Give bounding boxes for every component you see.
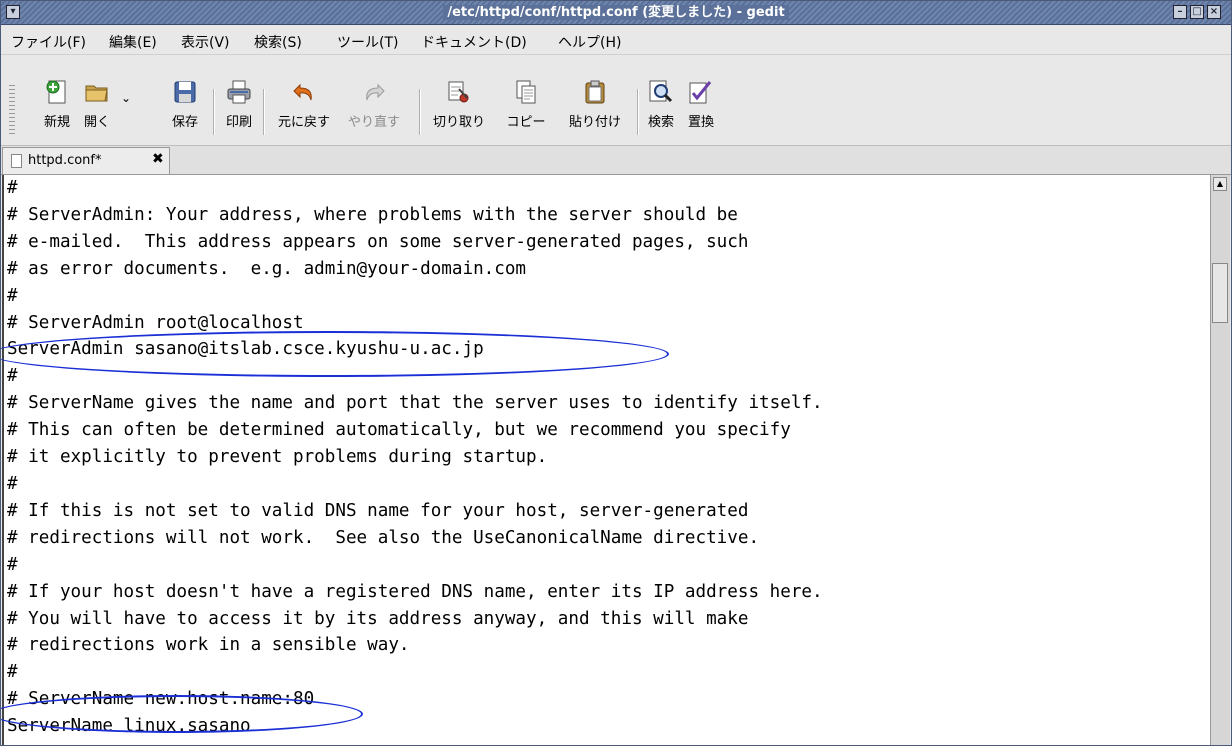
close-tab-icon[interactable]: ✖	[152, 151, 164, 167]
editor-content[interactable]: # # ServerAdmin: Your address, where prob…	[4, 175, 1212, 745]
replace-button[interactable]: 置換	[681, 79, 721, 139]
undo-icon	[293, 83, 312, 101]
text-editor[interactable]: # # ServerAdmin: Your address, where prob…	[2, 175, 1212, 745]
paste-label: 貼り付け	[568, 115, 621, 130]
replace-icon	[689, 81, 712, 104]
new-document-icon	[46, 80, 66, 104]
editor-line[interactable]: # This can often be determined automatic…	[7, 417, 1212, 444]
vertical-scrollbar[interactable]: ▲	[1210, 175, 1230, 745]
toolbar-grip[interactable]	[9, 85, 15, 135]
menu-view[interactable]: 表示(V)	[181, 32, 230, 52]
find-label: 検索	[647, 115, 674, 130]
toolbar-separator	[419, 89, 421, 135]
menu-search[interactable]: 検索(S)	[254, 32, 302, 52]
close-window-icon[interactable]: ×	[1207, 5, 1221, 19]
undo-button[interactable]: 元に戻す	[269, 79, 339, 139]
cut-button[interactable]: 切り取り	[425, 79, 493, 139]
find-button[interactable]: 検索	[641, 79, 681, 139]
save-label: 保存	[171, 115, 198, 130]
editor-line[interactable]: # ServerAdmin: Your address, where probl…	[7, 202, 1212, 229]
editor-line[interactable]: # redirections will not work. See also t…	[7, 525, 1212, 552]
menu-documents[interactable]: ドキュメント(D)	[421, 32, 527, 52]
open-button[interactable]: 開く	[77, 79, 117, 139]
toolbar-separator	[637, 89, 639, 135]
document-tabs: httpd.conf* ✖	[1, 146, 1231, 175]
editor-line[interactable]: # e-mailed. This address appears on some…	[7, 229, 1212, 256]
printer-icon	[227, 80, 251, 104]
scroll-up-icon[interactable]: ▲	[1213, 177, 1227, 191]
print-button[interactable]: 印刷	[219, 79, 259, 139]
tab-httpd-conf[interactable]: httpd.conf* ✖	[2, 147, 170, 174]
save-button[interactable]: 保存	[165, 79, 205, 139]
search-icon	[649, 80, 673, 103]
editor-line[interactable]: # ServerName new.host.name:80	[7, 686, 1212, 713]
replace-label: 置換	[687, 115, 714, 130]
editor-line[interactable]: # redirections work in a sensible way.	[7, 632, 1212, 659]
menu-file[interactable]: ファイル(F)	[11, 32, 86, 52]
copy-icon	[516, 80, 536, 104]
editor-line[interactable]: #	[7, 283, 1212, 310]
open-label: 開く	[83, 115, 110, 130]
menu-bar: ファイル(F) 編集(E) 表示(V) 検索(S) ツール(T) ドキュメント(…	[1, 25, 1231, 55]
new-button[interactable]: 新規	[37, 79, 77, 139]
editor-line[interactable]: #	[7, 175, 1212, 202]
gedit-window: ▾ /etc/httpd/conf/httpd.conf (変更しました) - …	[0, 0, 1232, 746]
redo-icon	[366, 83, 385, 101]
editor-line[interactable]: ServerName linux.sasano	[7, 713, 1212, 740]
editor-line[interactable]: # ServerName gives the name and port tha…	[7, 390, 1212, 417]
editor-line[interactable]: #	[7, 471, 1212, 498]
toolbar-separator	[213, 89, 215, 135]
editor-line[interactable]: # it explicitly to prevent problems duri…	[7, 444, 1212, 471]
chevron-down-icon: ⌄	[120, 91, 132, 105]
editor-line[interactable]: # If this is not set to valid DNS name f…	[7, 498, 1212, 525]
editor-line[interactable]: # If your host doesn't have a registered…	[7, 579, 1212, 606]
window-title: /etc/httpd/conf/httpd.conf (変更しました) - ge…	[443, 5, 789, 20]
redo-button[interactable]: やり直す	[342, 79, 406, 139]
tab-label: httpd.conf*	[28, 153, 102, 168]
paste-icon	[585, 80, 605, 104]
editor-line[interactable]: # as error documents. e.g. admin@your-do…	[7, 256, 1212, 283]
scrollbar-thumb[interactable]	[1212, 263, 1228, 323]
editor-line[interactable]: #	[7, 659, 1212, 686]
copy-label: コピー	[506, 115, 546, 130]
cut-icon	[448, 81, 469, 103]
new-label: 新規	[43, 115, 70, 130]
paste-button[interactable]: 貼り付け	[559, 79, 631, 139]
undo-label: 元に戻す	[277, 115, 330, 130]
print-label: 印刷	[225, 115, 252, 130]
copy-button[interactable]: コピー	[498, 79, 554, 139]
editor-line[interactable]: # ServerAdmin root@localhost	[7, 310, 1212, 337]
title-bar[interactable]: ▾ /etc/httpd/conf/httpd.conf (変更しました) - …	[1, 1, 1231, 25]
editor-line[interactable]: #	[7, 740, 1212, 745]
folder-icon	[85, 85, 108, 102]
menu-help[interactable]: ヘルプ(H)	[558, 32, 621, 52]
toolbar: 新規 開く ⌄ 保存 印刷 元に戻す やり直す 切り取り コピー 貼り付け 検索…	[1, 55, 1231, 146]
minimize-icon[interactable]: –	[1173, 5, 1187, 19]
editor-line[interactable]: ServerAdmin sasano@itslab.csce.kyushu-u.…	[7, 336, 1212, 363]
redo-label: やり直す	[347, 115, 400, 130]
editor-line[interactable]: #	[7, 363, 1212, 390]
toolbar-separator	[263, 89, 265, 135]
save-icon	[174, 81, 196, 103]
document-icon	[11, 154, 22, 168]
maximize-icon[interactable]: □	[1190, 5, 1204, 19]
cut-label: 切り取り	[432, 115, 485, 130]
editor-line[interactable]: # You will have to access it by its addr…	[7, 606, 1212, 633]
menu-tools[interactable]: ツール(T)	[337, 32, 398, 52]
menu-edit[interactable]: 編集(E)	[109, 32, 157, 52]
open-recent-dropdown[interactable]: ⌄	[118, 79, 134, 139]
editor-line[interactable]: #	[7, 552, 1212, 579]
